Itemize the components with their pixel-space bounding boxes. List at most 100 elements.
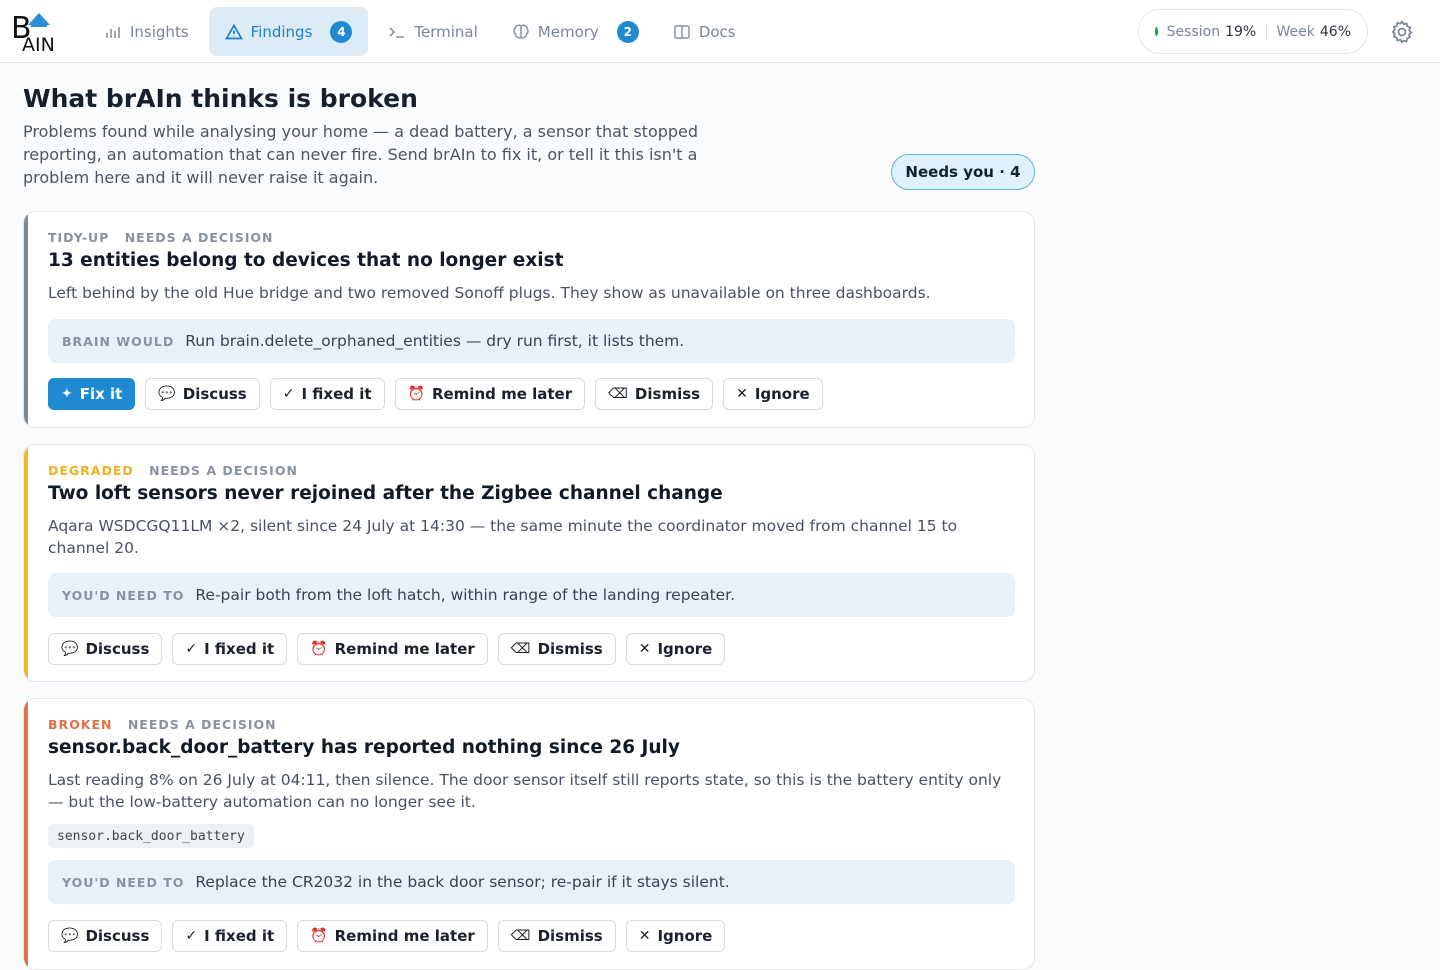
required-action: YOU'D NEED TO Replace the CR2032 in the … xyxy=(48,860,1015,904)
fixed-it-button[interactable]: ✓ I fixed it xyxy=(172,920,287,952)
entity-id-chip: sensor.back_door_battery xyxy=(48,824,254,848)
finding-title: 13 entities belong to devices that no lo… xyxy=(48,250,563,271)
dismiss-button[interactable]: ⌫ Dismiss xyxy=(498,633,616,665)
check-icon: ✓ xyxy=(185,641,197,657)
ignore-button[interactable]: ✕ Ignore xyxy=(626,920,726,952)
ignore-button[interactable]: ✕ Ignore xyxy=(626,633,726,665)
alarm-clock-icon: ⏰ xyxy=(408,386,425,402)
action-text: Run brain.delete_orphaned_entities — dry… xyxy=(185,332,684,350)
dismiss-label: Dismiss xyxy=(635,385,700,403)
alarm-clock-icon: ⏰ xyxy=(310,928,327,944)
finding-description: Left behind by the old Hue bridge and tw… xyxy=(48,283,1018,305)
week-label: Week xyxy=(1277,24,1315,40)
brain-icon xyxy=(512,23,530,41)
fixed-it-button[interactable]: ✓ I fixed it xyxy=(172,633,287,665)
nav-insights[interactable]: Insights xyxy=(90,7,203,56)
finding-actions: ✦ Fix it 💬 Discuss ✓ I fixed it ⏰ Remind… xyxy=(48,378,823,410)
action-label: YOU'D NEED TO xyxy=(62,875,184,890)
action-text: Re-pair both from the loft hatch, within… xyxy=(195,586,735,604)
remind-later-button[interactable]: ⏰ Remind me later xyxy=(297,633,488,665)
week-value: 46% xyxy=(1320,24,1351,40)
required-action: YOU'D NEED TO Re-pair both from the loft… xyxy=(48,573,1015,617)
terminal-prompt-icon xyxy=(388,23,406,41)
session-label: Session xyxy=(1167,24,1220,40)
nav-memory-label: Memory xyxy=(538,23,599,41)
finding-description: Aqara WSDCGQ11LM ×2, silent since 24 Jul… xyxy=(48,516,1018,559)
category-tag: BROKEN xyxy=(48,717,112,732)
discuss-label: Discuss xyxy=(85,927,149,945)
finding-meta: BROKEN NEEDS A DECISION xyxy=(48,717,277,732)
dismiss-button[interactable]: ⌫ Dismiss xyxy=(595,378,713,410)
finding-title: Two loft sensors never rejoined after th… xyxy=(48,483,723,504)
dismiss-label: Dismiss xyxy=(538,640,603,658)
finding-card-tidy-up: TIDY-UP NEEDS A DECISION 13 entities bel… xyxy=(23,211,1035,428)
warning-triangle-icon xyxy=(225,23,243,41)
finding-meta: DEGRADED NEEDS A DECISION xyxy=(48,463,298,478)
nav-memory[interactable]: Memory 2 xyxy=(498,7,653,56)
ignore-label: Ignore xyxy=(657,640,712,658)
finding-actions: 💬 Discuss ✓ I fixed it ⏰ Remind me later… xyxy=(48,920,725,952)
book-icon xyxy=(673,23,691,41)
settings-button[interactable] xyxy=(1389,19,1415,45)
backspace-icon: ⌫ xyxy=(511,641,531,657)
usage-meter: Session 19% Week 46% xyxy=(1138,9,1368,54)
session-value: 19% xyxy=(1225,24,1256,40)
close-icon: ✕ xyxy=(639,641,651,657)
nav-terminal-label: Terminal xyxy=(414,23,477,41)
discuss-button[interactable]: 💬 Discuss xyxy=(48,633,162,665)
action-text: Replace the CR2032 in the back door sens… xyxy=(195,873,729,891)
fixed-it-label: I fixed it xyxy=(204,640,274,658)
close-icon: ✕ xyxy=(639,928,651,944)
remind-later-button[interactable]: ⏰ Remind me later xyxy=(297,920,488,952)
nav-terminal[interactable]: Terminal xyxy=(374,7,491,56)
fix-it-button[interactable]: ✦ Fix it xyxy=(48,378,135,410)
check-icon: ✓ xyxy=(283,386,295,402)
dismiss-button[interactable]: ⌫ Dismiss xyxy=(498,920,616,952)
needs-you-filter[interactable]: Needs you · 4 xyxy=(891,154,1035,190)
remind-later-label: Remind me later xyxy=(335,640,475,658)
bar-chart-icon xyxy=(104,23,122,41)
session-status-dot xyxy=(1155,27,1158,36)
speech-bubble-icon: 💬 xyxy=(61,641,78,657)
nav-docs[interactable]: Docs xyxy=(659,7,750,56)
remind-later-label: Remind me later xyxy=(432,385,572,403)
fix-it-label: Fix it xyxy=(80,385,123,403)
remind-later-label: Remind me later xyxy=(335,927,475,945)
main-nav: Insights Findings 4 Terminal Memory 2 xyxy=(90,7,756,56)
discuss-label: Discuss xyxy=(183,385,247,403)
fixed-it-button[interactable]: ✓ I fixed it xyxy=(270,378,385,410)
status-tag: NEEDS A DECISION xyxy=(125,230,274,245)
ignore-label: Ignore xyxy=(657,927,712,945)
finding-title: sensor.back_door_battery has reported no… xyxy=(48,737,680,758)
memory-count-badge: 2 xyxy=(617,21,639,43)
nav-findings[interactable]: Findings 4 xyxy=(209,7,369,56)
sparkle-icon: ✦ xyxy=(61,386,73,402)
nav-findings-label: Findings xyxy=(251,23,313,41)
finding-description: Last reading 8% on 26 July at 04:11, the… xyxy=(48,770,1018,813)
discuss-button[interactable]: 💬 Discuss xyxy=(145,378,259,410)
finding-card-broken: BROKEN NEEDS A DECISION sensor.back_door… xyxy=(23,698,1035,970)
remind-later-button[interactable]: ⏰ Remind me later xyxy=(395,378,586,410)
action-label: YOU'D NEED TO xyxy=(62,588,184,603)
finding-card-degraded: DEGRADED NEEDS A DECISION Two loft senso… xyxy=(23,444,1035,682)
fixed-it-label: I fixed it xyxy=(204,927,274,945)
ignore-label: Ignore xyxy=(755,385,810,403)
page-title: What brAIn thinks is broken xyxy=(23,84,418,113)
alarm-clock-icon: ⏰ xyxy=(310,641,327,657)
nav-insights-label: Insights xyxy=(130,23,189,41)
finding-meta: TIDY-UP NEEDS A DECISION xyxy=(48,230,274,245)
finding-actions: 💬 Discuss ✓ I fixed it ⏰ Remind me later… xyxy=(48,633,725,665)
page-subtitle: Problems found while analysing your home… xyxy=(23,120,713,189)
backspace-icon: ⌫ xyxy=(608,386,628,402)
close-icon: ✕ xyxy=(736,386,748,402)
discuss-button[interactable]: 💬 Discuss xyxy=(48,920,162,952)
speech-bubble-icon: 💬 xyxy=(158,386,175,402)
svg-text:AIN: AIN xyxy=(22,34,55,54)
status-tag: NEEDS A DECISION xyxy=(149,463,298,478)
top-bar: B AIN Insights Findings 4 Terminal xyxy=(0,0,1440,63)
proposed-action: BRAIN WOULD Run brain.delete_orphaned_en… xyxy=(48,319,1015,363)
fixed-it-label: I fixed it xyxy=(301,385,371,403)
brain-logo[interactable]: B AIN xyxy=(10,8,72,54)
ignore-button[interactable]: ✕ Ignore xyxy=(723,378,823,410)
category-tag: TIDY-UP xyxy=(48,230,109,245)
